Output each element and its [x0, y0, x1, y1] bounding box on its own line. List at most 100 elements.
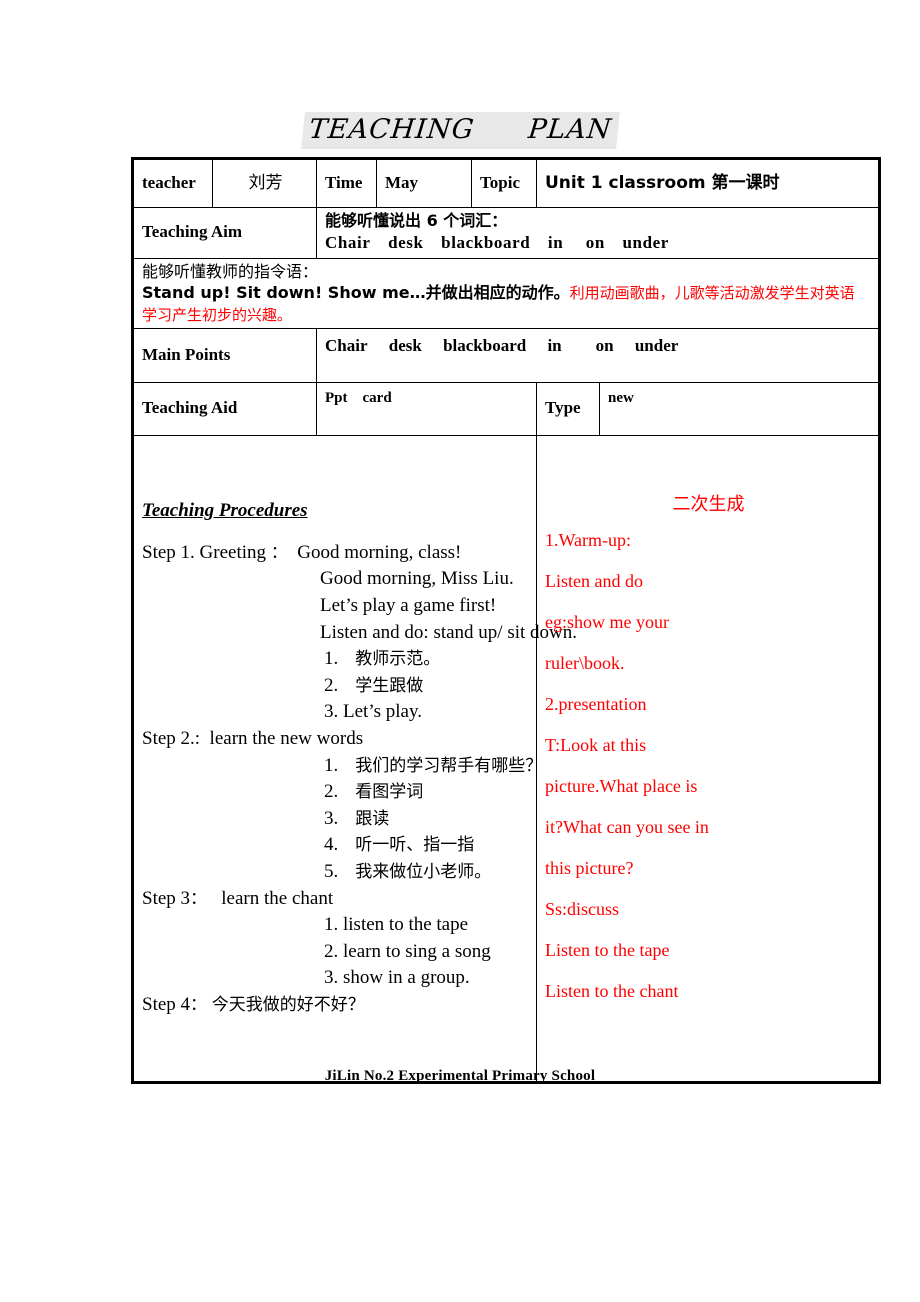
procedure-step-text: 我来做位小老师。 — [338, 861, 492, 882]
procedure-step-text: 3. Let’s play. — [324, 701, 422, 723]
page-title: TEACHING PLAN — [0, 112, 920, 150]
instruction-line-3-red: 学习产生初步的兴趣。 — [142, 306, 293, 325]
table-row-instructions: 能够听懂教师的指令语： Stand up! Sit down! Show me…… — [130, 257, 882, 330]
teacher-label: teacher — [131, 157, 213, 208]
procedure-step-text: 教师示范。 — [338, 649, 441, 670]
procedure-step-text: 看图学词 — [338, 782, 424, 803]
table-row-info: teacher 刘芳 Time May Topic Unit 1 classro… — [131, 157, 882, 208]
procedure-step-text: 2. — [324, 674, 339, 696]
procedure-step-text: Good morning, Miss Liu. — [320, 568, 514, 590]
instruction-block: 能够听懂教师的指令语： Stand up! Sit down! Show me…… — [130, 257, 882, 330]
procedure-step-text: Step 2.: learn the new words — [142, 727, 364, 749]
procedure-step-text: 跟读 — [338, 808, 390, 829]
secondary-generation-line: 2.presentation — [545, 694, 647, 715]
procedure-step-line: 3. show in a group. — [142, 965, 530, 992]
time-label: Time — [316, 157, 377, 208]
procedure-step-text: 今天我做的好不好？ — [211, 994, 365, 1015]
table-row-main-points: Main Points Chair desk blackboard in on … — [131, 328, 882, 384]
procedure-step-text: 1. — [324, 754, 339, 776]
procedure-step-line: Step 4： 今天我做的好不好？ — [142, 992, 530, 1019]
procedure-step-text: 3. show in a group. — [324, 967, 470, 989]
teaching-aim-line-1: 能够听懂说出 6 个词汇： — [325, 211, 508, 230]
document-footer: JiLin No.2 Experimental Primary School — [324, 1068, 596, 1084]
procedure-step-text: Listen and do: stand up/ sit down. — [320, 621, 578, 643]
teaching-aid-value: Ppt card — [316, 382, 537, 437]
procedure-step-line: 1. listen to the tape — [142, 912, 530, 939]
topic-value: Unit 1 classroom 第一课时 — [535, 157, 882, 208]
procedure-step-line: Good morning, Miss Liu. — [142, 566, 530, 593]
secondary-generation-line: this picture? — [545, 858, 634, 879]
procedure-step-text: 1. listen to the tape — [324, 914, 469, 936]
procedure-step-line: 5. 我来做位小老师。 — [142, 859, 530, 886]
procedure-step-text: 2. — [324, 781, 339, 803]
page-title-word-teaching: TEACHING — [307, 114, 476, 145]
teacher-value: 刘芳 — [212, 157, 317, 208]
procedure-step-text: 5. — [324, 860, 339, 882]
procedure-step-line: 1. 教师示范。 — [142, 646, 530, 673]
procedure-step-line: Step 1. Greeting ： Good morning, class! — [142, 540, 530, 567]
procedure-step-text: Let’s play a game first! — [320, 594, 497, 616]
procedure-step-line: 2. 看图学词 — [142, 779, 530, 806]
procedure-step-text: 1. — [324, 648, 339, 670]
instruction-line-2-black: Stand up! Sit down! Show me…并做出相应的动作。 — [142, 283, 570, 303]
secondary-generation-line: 1.Warm-up: — [545, 530, 632, 551]
main-points-value: Chair desk blackboard in on under — [315, 328, 882, 384]
secondary-generation-line: Listen to the tape — [545, 940, 670, 961]
type-label: Type — [536, 382, 600, 437]
procedure-step-text: Step 3 — [142, 887, 191, 909]
procedure-step-text: 听一听、指一指 — [338, 835, 475, 856]
table-row-teaching-aim: Teaching Aim 能够听懂说出 6 个词汇： Chair desk bl… — [131, 207, 882, 259]
secondary-generation-line: it?What can you see in — [545, 817, 709, 838]
instruction-line-1: 能够听懂教师的指令语： — [142, 261, 319, 281]
teaching-aim-label: Teaching Aim — [131, 207, 317, 259]
procedure-step-line: Step 3： learn the chant — [142, 886, 530, 913]
secondary-generation-line: picture.What place is — [545, 776, 698, 797]
teaching-aim-line-2: Chair desk blackboard in on under — [325, 232, 669, 252]
secondary-generation-line: ruler\book. — [545, 653, 625, 674]
procedure-step-text: 3. — [324, 807, 339, 829]
procedure-step-line: 2. 学生跟做 — [142, 673, 530, 700]
secondary-generation-line: Ss:discuss — [545, 899, 620, 920]
procedures-heading: Teaching Procedures — [142, 500, 308, 522]
procedure-step-line: Step 2.: learn the new words — [142, 726, 530, 753]
procedure-step-line: Listen and do: stand up/ sit down. — [142, 620, 577, 647]
main-points-label: Main Points — [131, 328, 317, 384]
procedure-step-line: 1. 我们的学习帮手有哪些？ — [142, 753, 542, 780]
procedures-left-column: Teaching Procedures Step 1. Greeting ： G… — [131, 435, 577, 1085]
instruction-line-2-red: 利用动画歌曲，儿歌等活动激发学生对英语 — [569, 284, 855, 303]
secondary-generation-heading: 二次生成 — [672, 494, 745, 516]
page-title-word-plan: PLAN — [526, 114, 613, 145]
table-row-teaching-aid: Teaching Aid Ppt card Type new — [131, 382, 882, 437]
secondary-generation-list: 1.Warm-up: Listen and do eg:show me your ru… — [545, 531, 872, 1000]
secondary-generation-line: Listen and do — [545, 571, 643, 592]
procedure-step-text: Step 1. Greeting — [142, 541, 271, 563]
secondary-generation-line: T:Look at this — [545, 735, 647, 756]
procedure-step-text: Good morning, class! — [287, 541, 462, 563]
procedure-step-text: 2. learn to sing a song — [324, 940, 491, 962]
procedure-step-text: 学生跟做 — [338, 675, 424, 696]
time-value: May — [376, 157, 472, 208]
secondary-generation-line: eg:show me your — [545, 612, 669, 633]
procedure-step-text: ： — [190, 994, 208, 1015]
procedures-step-list: Step 1. Greeting ： Good morning, class! G… — [142, 540, 577, 1019]
procedure-step-line: 3. Let’s play. — [142, 699, 530, 726]
procedure-step-text: 我们的学习帮手有哪些？ — [338, 755, 543, 776]
instruction-line-2: Stand up! Sit down! Show me…并做出相应的动作。利用动… — [142, 282, 872, 305]
secondary-generation-line: Listen to the chant — [545, 981, 679, 1002]
procedure-step-text: learn the chant — [207, 887, 334, 909]
procedures-right-column: 二次生成 1.Warm-up: Listen and do eg:show me y… — [535, 435, 882, 1085]
type-value: new — [598, 382, 882, 437]
procedure-step-text: 4. — [324, 834, 339, 856]
page-title-text: TEACHING PLAN — [300, 112, 620, 150]
procedure-step-text: ： — [270, 542, 288, 563]
teaching-aim-value: 能够听懂说出 6 个词汇： Chair desk blackboard in o… — [315, 207, 882, 259]
procedure-step-line: 2. learn to sing a song — [142, 939, 530, 966]
table-row-procedures: Teaching Procedures Step 1. Greeting ： G… — [131, 435, 882, 1085]
procedure-step-text: ： — [190, 888, 208, 909]
procedure-step-line: Let’s play a game first! — [142, 593, 530, 620]
teaching-plan-table: teacher 刘芳 Time May Topic Unit 1 classro… — [130, 157, 882, 1085]
procedure-step-text: Step 4 — [142, 993, 191, 1015]
procedure-step-line: 3. 跟读 — [142, 806, 530, 833]
topic-label: Topic — [471, 157, 537, 208]
procedure-step-line: 4. 听一听、指一指 — [142, 832, 530, 859]
